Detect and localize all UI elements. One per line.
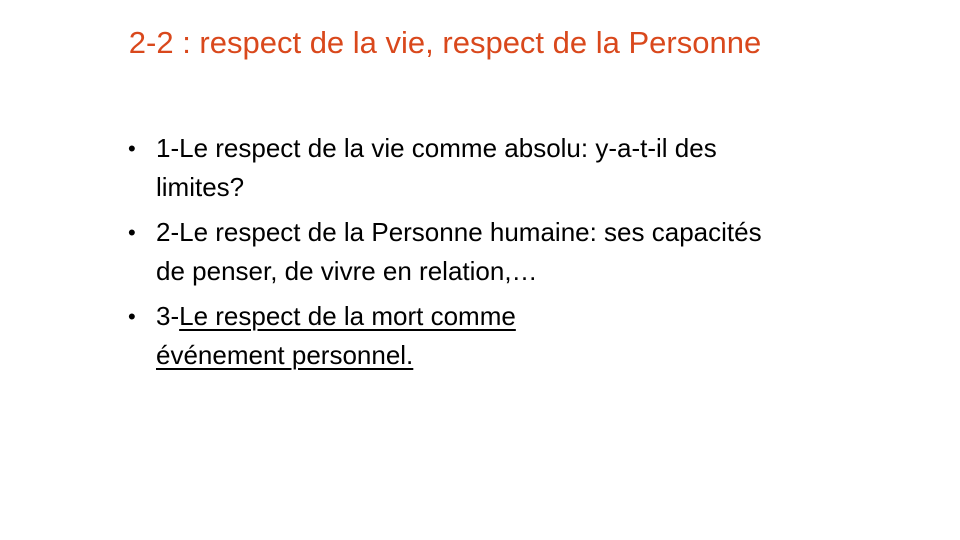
bullet-prefix: 3- <box>156 301 180 331</box>
bullet-underlined-text: Le respect de la mort comme événement pe… <box>156 301 516 370</box>
bullet-list: • 1-Le respect de la vie comme absolu: y… <box>126 129 766 381</box>
bullet-text: 2-Le respect de la Personne humaine: ses… <box>156 217 762 286</box>
bullet-icon: • <box>128 220 136 245</box>
slide-title: 2-2 : respect de la vie, respect de la P… <box>128 25 762 60</box>
list-item: • 1-Le respect de la vie comme absolu: y… <box>126 129 766 207</box>
bullet-text: 1-Le respect de la vie comme absolu: y-a… <box>156 133 717 202</box>
bullet-icon: • <box>128 304 136 329</box>
bullet-icon: • <box>128 136 136 161</box>
slide: 2-2 : respect de la vie, respect de la P… <box>0 0 960 540</box>
list-item: • 2-Le respect de la Personne humaine: s… <box>126 213 766 291</box>
list-item: • 3-Le respect de la mort comme événemen… <box>126 297 606 375</box>
